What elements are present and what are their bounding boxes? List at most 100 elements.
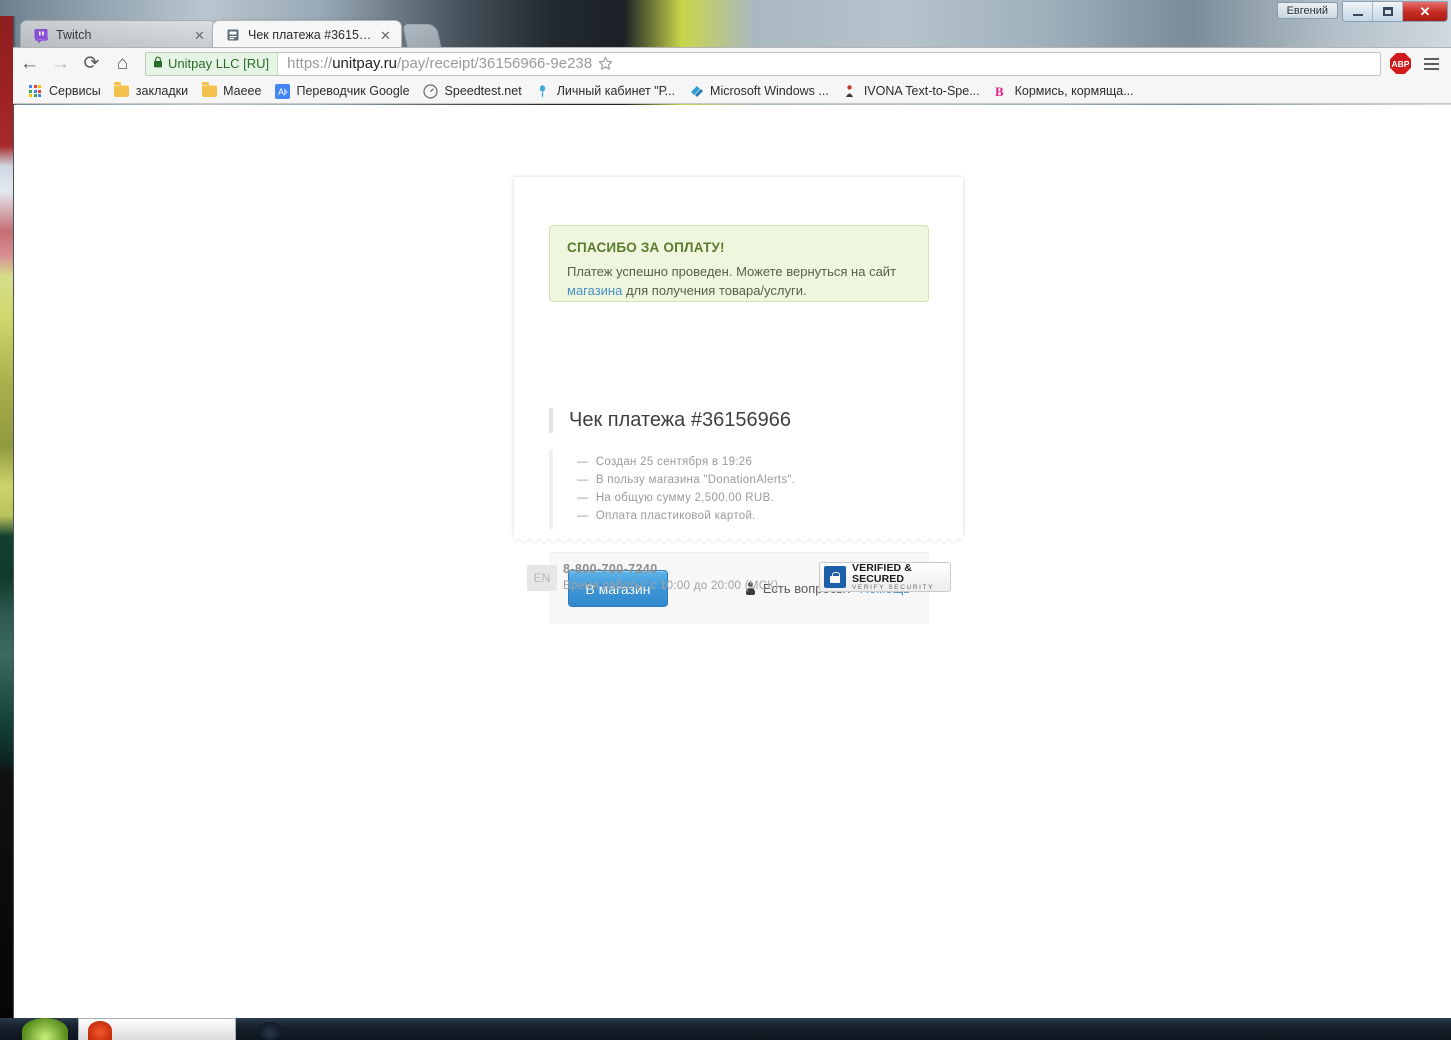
list-item: — На общую сумму 2,500.00 RUB. xyxy=(577,489,929,507)
bookmark-star-icon[interactable] xyxy=(592,56,618,71)
shield-lock-icon xyxy=(824,566,846,588)
browser-tab-title: Чек платежа #36156966 xyxy=(248,28,372,42)
menu-bar-3 xyxy=(1423,67,1439,70)
ivona-icon xyxy=(842,83,858,99)
taskbar-icon-app[interactable] xyxy=(258,1022,282,1040)
bookmark-label: Кормись, кормяща... xyxy=(1014,84,1134,98)
ssl-certificate-chip[interactable]: Unitpay LLC [RU] xyxy=(146,52,279,75)
microsoft-icon xyxy=(688,83,704,99)
url-path: /pay/receipt/36156966-9e238 xyxy=(396,55,593,72)
taskbar-icon-firefox[interactable] xyxy=(88,1021,112,1040)
desktop-wallpaper-left-strip xyxy=(0,16,13,1018)
back-arrow-icon: ← xyxy=(20,53,39,74)
bookmark-label: Маеее xyxy=(223,84,262,98)
folder-icon xyxy=(114,82,130,99)
bookmark-maeee-folder[interactable]: Маеее xyxy=(197,82,270,99)
speedtest-icon xyxy=(423,83,439,99)
url-scheme: https:// xyxy=(287,55,333,72)
alert-body: Платеж успешно проведен. Можете вернутьс… xyxy=(567,262,911,300)
list-item: — В пользу магазина "DonationAlerts". xyxy=(577,471,929,489)
bookmark-google-translate[interactable]: A Переводчик Google xyxy=(270,83,418,99)
bookmark-label: Переводчик Google xyxy=(296,84,410,98)
svg-text:A: A xyxy=(278,87,284,97)
payment-success-alert: СПАСИБО ЗА ОПЛАТУ! Платеж успешно провед… xyxy=(549,225,929,302)
list-dash: — xyxy=(577,510,589,522)
receipt-details-list: — Создан 25 сентября в 19:26 — В пользу ма… xyxy=(549,449,929,529)
list-item: — Создан 25 сентября в 19:26 xyxy=(577,453,929,471)
reload-button[interactable]: ⟳ xyxy=(77,49,106,78)
ssl-owner-label: Unitpay LLC [RU] xyxy=(168,56,270,71)
browser-toolbar: ← → ⟳ ⌂ Unitpay LLC [RU] https://unitpay… xyxy=(13,47,1451,79)
seal-text: VERIFIED & SECURED VERIFY SECURITY xyxy=(852,561,946,592)
language-label: EN xyxy=(533,571,551,585)
browser-tab-twitch[interactable]: Twitch ✕ xyxy=(20,20,216,49)
folder-icon xyxy=(201,82,217,99)
url-text[interactable]: https://unitpay.ru/pay/receipt/36156966-… xyxy=(278,55,592,72)
twitch-icon xyxy=(33,27,49,44)
bookmark-zakladki-folder[interactable]: закладки xyxy=(110,82,197,99)
list-item: — Оплата пластиковой картой. xyxy=(577,507,929,525)
seal-line-2: VERIFY SECURITY xyxy=(852,583,935,591)
support-phone: 8-800-700-7240 xyxy=(563,562,658,576)
bookmark-services[interactable]: Сервисы xyxy=(23,83,110,99)
menu-bar-1 xyxy=(1423,57,1439,60)
browser-tab-receipt[interactable]: Чек платежа #36156966 ✕ xyxy=(212,20,402,49)
menu-bar-2 xyxy=(1423,62,1439,65)
forward-arrow-icon: → xyxy=(51,53,70,74)
page-footer: EN 8-800-700-7240 Время работы: с 10:00 … xyxy=(514,557,963,607)
forward-button[interactable]: → xyxy=(46,49,75,78)
bookmark-ivona-tts[interactable]: IVONA Text-to-Spe... xyxy=(838,83,989,99)
receipt-heading: Чек платежа #36156966 xyxy=(549,408,929,433)
browser-tab-close-icon[interactable]: ✕ xyxy=(192,28,207,43)
bookmark-label: Сервисы xyxy=(49,84,101,98)
detail-text: На общую сумму 2,500.00 RUB. xyxy=(595,492,774,504)
apps-grid-icon xyxy=(27,83,43,99)
address-bar[interactable]: Unitpay LLC [RU] https://unitpay.ru/pay/… xyxy=(145,51,1381,76)
page-viewport: СПАСИБО ЗА ОПЛАТУ! Платеж успешно провед… xyxy=(14,105,1451,1018)
bookmark-speedtest[interactable]: Speedtest.net xyxy=(419,83,531,99)
hamburger-menu-icon[interactable] xyxy=(1417,57,1445,70)
browser-tab-close-icon[interactable]: ✕ xyxy=(378,28,393,43)
seal-line-1: VERIFIED & SECURED xyxy=(852,561,912,585)
bookmark-label: Speedtest.net xyxy=(444,84,522,98)
list-dash: — xyxy=(577,474,589,486)
window-user-label: Евгений xyxy=(1286,4,1328,17)
bookmark-kormis[interactable]: B Кормись, кормяща... xyxy=(989,83,1143,99)
browser-tab-title: Twitch xyxy=(56,28,92,42)
back-button[interactable]: ← xyxy=(15,49,44,78)
bookmarks-bar: Сервисы закладки Маеее A Переводчик Goog… xyxy=(13,79,1451,104)
alert-text-before-link: Платеж успешно проведен. Можете вернутьс… xyxy=(567,264,897,279)
support-hours: Время работы: с 10:00 до 20:00 (МСК) xyxy=(563,580,779,592)
url-host: unitpay.ru xyxy=(332,55,397,72)
verified-secured-badge[interactable]: VERIFIED & SECURED VERIFY SECURITY xyxy=(819,562,951,592)
detail-text: Создан 25 сентября в 19:26 xyxy=(595,456,753,468)
shop-link[interactable]: магазина xyxy=(567,283,622,298)
page-title: Чек платежа #36156966 xyxy=(569,409,791,431)
detail-text: Оплата пластиковой картой. xyxy=(595,510,756,522)
home-button[interactable]: ⌂ xyxy=(108,49,137,78)
receipt-icon xyxy=(225,27,241,43)
taskbar-start-button[interactable] xyxy=(22,1018,68,1040)
vk-icon: B xyxy=(993,83,1009,99)
list-dash: — xyxy=(577,492,589,504)
reload-icon: ⟳ xyxy=(83,53,100,74)
detail-text: В пользу магазина "DonationAlerts". xyxy=(595,474,796,486)
receipt-torn-edge xyxy=(514,533,963,542)
bookmark-microsoft-windows[interactable]: Microsoft Windows ... xyxy=(684,83,838,99)
adblock-label: ABP xyxy=(1391,58,1410,69)
bookmark-personal-cabinet[interactable]: Личный кабинет "Р... xyxy=(531,83,684,99)
google-translate-icon: A xyxy=(274,83,290,99)
svg-text:B: B xyxy=(995,84,1004,99)
bookmark-label: закладки xyxy=(135,84,189,98)
new-tab-button[interactable] xyxy=(402,24,442,49)
bookmark-label: Личный кабинет "Р... xyxy=(556,84,676,98)
lock-icon xyxy=(153,56,163,71)
alert-title: СПАСИБО ЗА ОПЛАТУ! xyxy=(567,240,725,255)
os-taskbar xyxy=(0,1018,1451,1040)
heading-accent-bar xyxy=(549,408,553,433)
alert-text-after-link: для получения товара/услуги. xyxy=(622,283,807,298)
bookmark-label: Microsoft Windows ... xyxy=(710,84,829,98)
rostelecom-icon xyxy=(535,83,551,99)
language-switcher[interactable]: EN xyxy=(527,565,557,591)
adblock-plus-icon[interactable]: ABP xyxy=(1390,53,1411,74)
